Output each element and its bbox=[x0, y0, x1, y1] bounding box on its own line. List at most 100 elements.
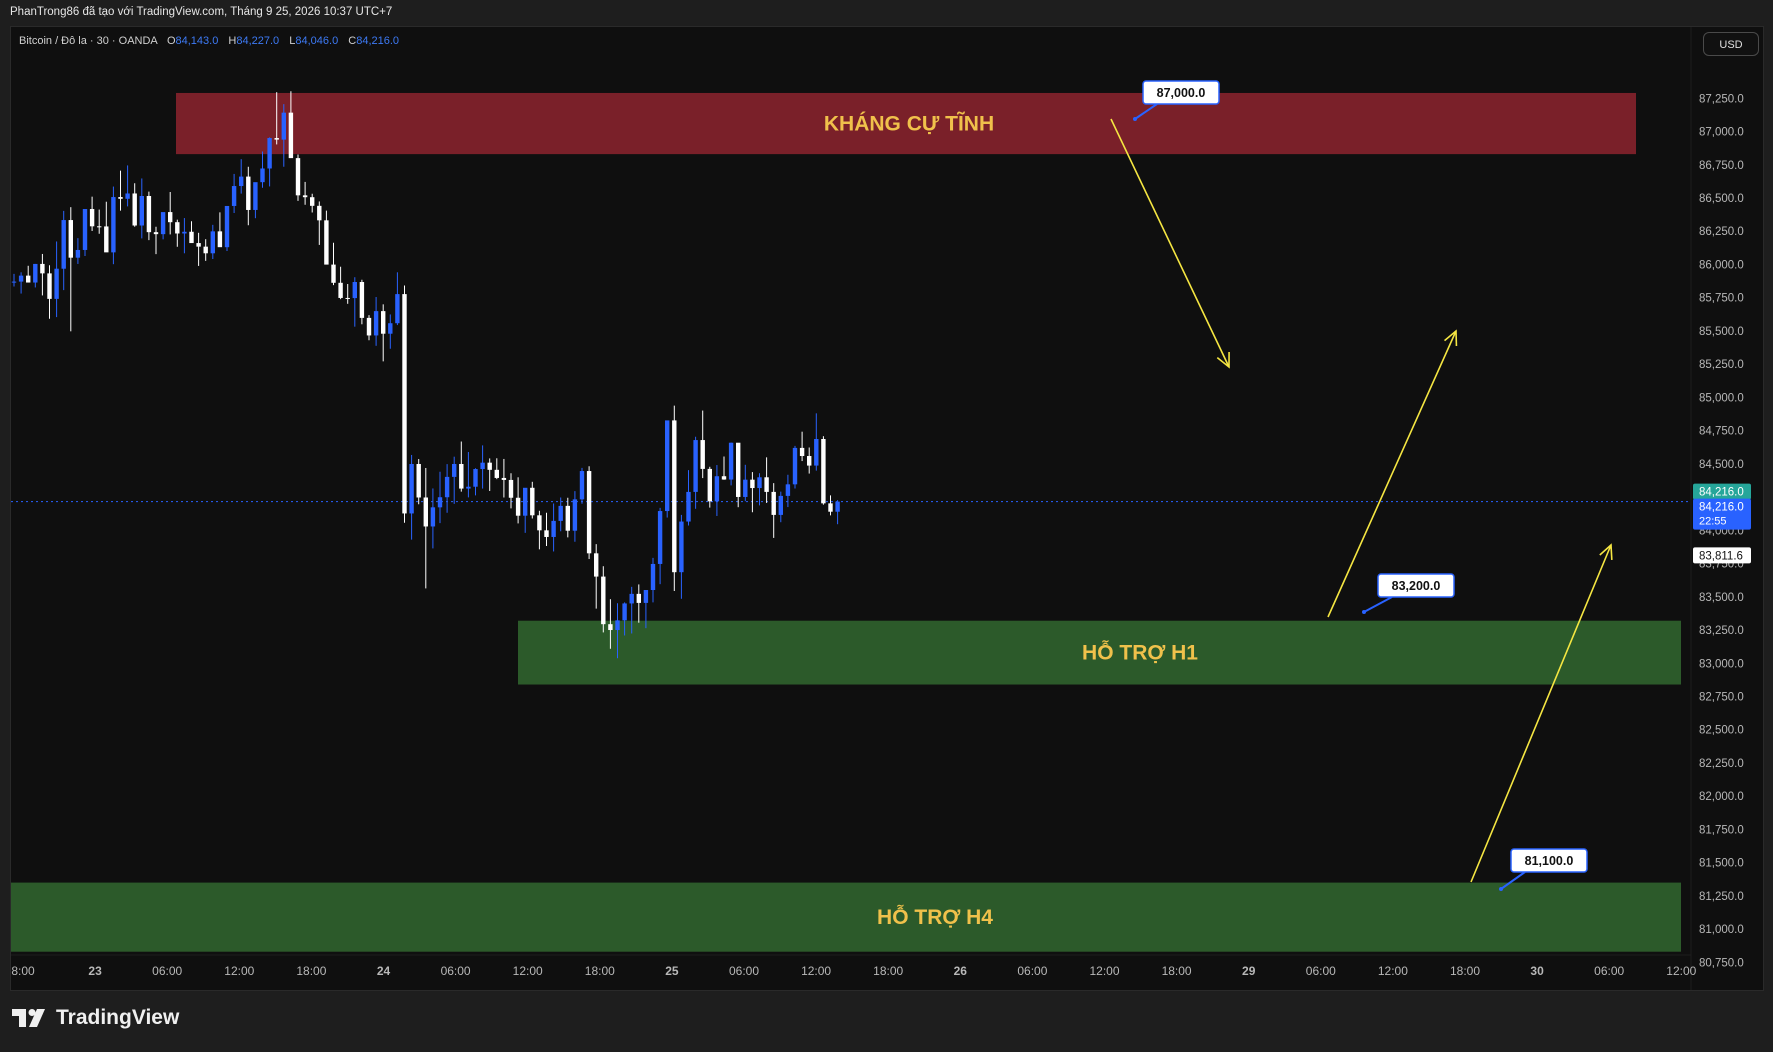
candle[interactable] bbox=[246, 176, 251, 210]
candle[interactable] bbox=[373, 311, 379, 336]
candle[interactable] bbox=[47, 273, 52, 299]
candle[interactable] bbox=[764, 477, 769, 492]
candle[interactable] bbox=[288, 112, 294, 159]
candle[interactable] bbox=[523, 487, 528, 516]
candle[interactable] bbox=[210, 231, 215, 254]
candle[interactable] bbox=[295, 158, 301, 196]
candle[interactable] bbox=[728, 442, 734, 480]
candle[interactable] bbox=[480, 462, 485, 470]
candle[interactable] bbox=[757, 477, 762, 489]
candle[interactable] bbox=[366, 317, 372, 336]
candle[interactable] bbox=[814, 438, 819, 466]
candle[interactable] bbox=[160, 212, 166, 235]
candle[interactable] bbox=[672, 420, 677, 573]
candle[interactable] bbox=[40, 263, 45, 274]
candle[interactable] bbox=[132, 193, 137, 226]
candle[interactable] bbox=[693, 440, 698, 492]
candle[interactable] bbox=[750, 479, 755, 489]
candle[interactable] bbox=[324, 220, 329, 265]
candle[interactable] bbox=[359, 282, 365, 318]
candle[interactable] bbox=[402, 294, 407, 514]
candle[interactable] bbox=[203, 246, 208, 254]
candle[interactable] bbox=[508, 479, 514, 498]
candle[interactable] bbox=[494, 469, 499, 478]
candle[interactable] bbox=[430, 507, 436, 527]
candle[interactable] bbox=[771, 491, 776, 515]
candle[interactable] bbox=[345, 297, 350, 299]
candle[interactable] bbox=[388, 323, 393, 334]
candle[interactable] bbox=[104, 226, 109, 253]
candle[interactable] bbox=[338, 282, 343, 298]
candle[interactable] bbox=[168, 212, 173, 223]
candle[interactable] bbox=[224, 205, 230, 248]
price-chart[interactable]: KHÁNG CỰ TĨNH HỖ TRỢ H1 HỖ TRỢ H4 87,000.0 8… bbox=[11, 27, 1763, 990]
candle[interactable] bbox=[828, 503, 833, 512]
candle[interactable] bbox=[54, 268, 59, 299]
candle[interactable] bbox=[743, 479, 748, 497]
candle[interactable] bbox=[452, 463, 457, 477]
candle[interactable] bbox=[231, 186, 237, 206]
candle[interactable] bbox=[139, 195, 144, 226]
candle[interactable] bbox=[565, 505, 570, 531]
candle[interactable] bbox=[835, 501, 840, 512]
candle[interactable] bbox=[665, 420, 670, 512]
candle[interactable] bbox=[302, 195, 308, 198]
candle[interactable] bbox=[331, 264, 336, 283]
candle[interactable] bbox=[785, 484, 791, 496]
candle[interactable] bbox=[799, 447, 805, 457]
candle[interactable] bbox=[118, 197, 123, 199]
candle[interactable] bbox=[89, 209, 95, 227]
candle[interactable] bbox=[807, 456, 812, 466]
candle[interactable] bbox=[267, 138, 272, 169]
candle[interactable] bbox=[473, 469, 478, 487]
candle[interactable] bbox=[736, 442, 741, 497]
candle[interactable] bbox=[75, 249, 81, 258]
candle[interactable] bbox=[182, 231, 187, 234]
candle[interactable] bbox=[544, 530, 549, 537]
candle[interactable] bbox=[608, 624, 613, 631]
candle[interactable] bbox=[579, 471, 585, 500]
candle[interactable] bbox=[622, 603, 627, 621]
candle[interactable] bbox=[381, 311, 386, 334]
candle[interactable] bbox=[82, 209, 88, 250]
candle[interactable] bbox=[274, 138, 279, 140]
candle[interactable] bbox=[515, 497, 521, 516]
tradingview-brand[interactable]: TradingView bbox=[12, 1006, 179, 1030]
candle[interactable] bbox=[686, 491, 691, 522]
candle[interactable] bbox=[537, 515, 542, 531]
candle[interactable] bbox=[11, 281, 17, 283]
candle[interactable] bbox=[409, 463, 414, 514]
candle[interactable] bbox=[68, 220, 73, 258]
candle[interactable] bbox=[239, 176, 244, 187]
candle[interactable] bbox=[714, 476, 720, 502]
candle[interactable] bbox=[679, 521, 684, 573]
candle[interactable] bbox=[466, 486, 471, 489]
candle[interactable] bbox=[196, 243, 201, 247]
candle[interactable] bbox=[615, 620, 620, 631]
candle[interactable] bbox=[501, 477, 507, 480]
candle[interactable] bbox=[317, 205, 322, 221]
candle[interactable] bbox=[111, 197, 116, 253]
candle[interactable] bbox=[572, 499, 578, 531]
candle[interactable] bbox=[530, 487, 535, 516]
candle[interactable] bbox=[395, 294, 400, 324]
candle[interactable] bbox=[558, 505, 563, 521]
candle[interactable] bbox=[18, 275, 24, 282]
candle[interactable] bbox=[125, 193, 130, 199]
candle[interactable] bbox=[189, 231, 194, 244]
candle[interactable] bbox=[459, 463, 464, 489]
candle[interactable] bbox=[97, 226, 102, 228]
candle[interactable] bbox=[260, 168, 265, 183]
candle[interactable] bbox=[61, 220, 66, 269]
candle[interactable] bbox=[629, 593, 634, 604]
candle[interactable] bbox=[707, 468, 712, 502]
currency-button[interactable]: USD bbox=[1703, 32, 1759, 56]
candle[interactable] bbox=[175, 222, 180, 234]
candle[interactable] bbox=[700, 440, 705, 469]
candle[interactable] bbox=[444, 476, 450, 498]
candle[interactable] bbox=[153, 232, 159, 235]
candle[interactable] bbox=[594, 553, 599, 577]
candle[interactable] bbox=[146, 195, 152, 233]
candle[interactable] bbox=[650, 563, 656, 591]
candle[interactable] bbox=[437, 497, 443, 508]
